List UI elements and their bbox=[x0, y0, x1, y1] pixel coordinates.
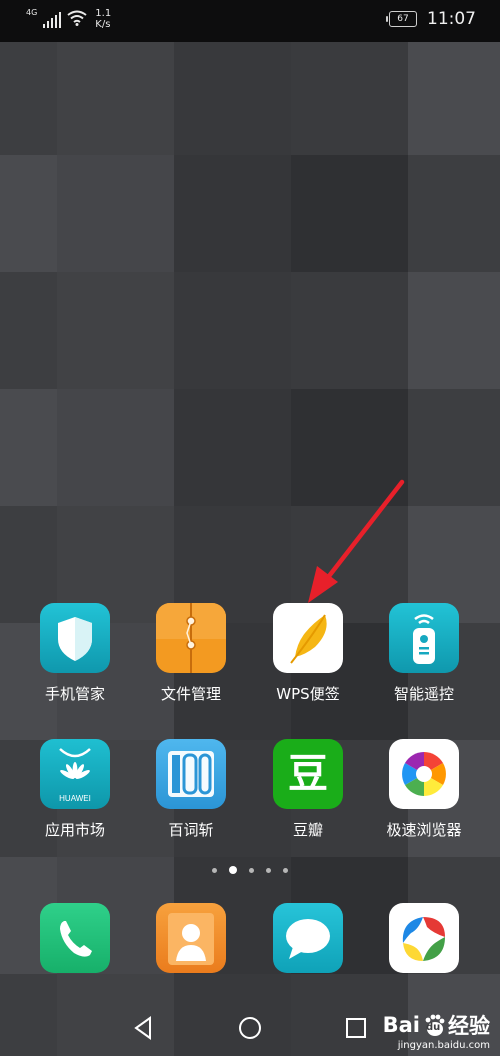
baidu-jingyan-watermark: Bai du 经验 jingyan.baidu.com bbox=[383, 1010, 490, 1051]
watermark-url: jingyan.baidu.com bbox=[397, 1040, 490, 1051]
back-icon[interactable] bbox=[130, 1014, 158, 1042]
recents-icon[interactable] bbox=[342, 1014, 370, 1042]
paw-icon: du bbox=[422, 1013, 446, 1037]
annotation-arrow bbox=[308, 479, 405, 603]
home-icon[interactable] bbox=[236, 1014, 264, 1042]
watermark-brand: Bai du 经验 bbox=[383, 1010, 490, 1040]
watermark-brand-left: Bai bbox=[382, 1013, 420, 1037]
watermark-brand-paw: du bbox=[426, 1022, 441, 1033]
watermark-brand-right: 经验 bbox=[448, 1014, 490, 1038]
